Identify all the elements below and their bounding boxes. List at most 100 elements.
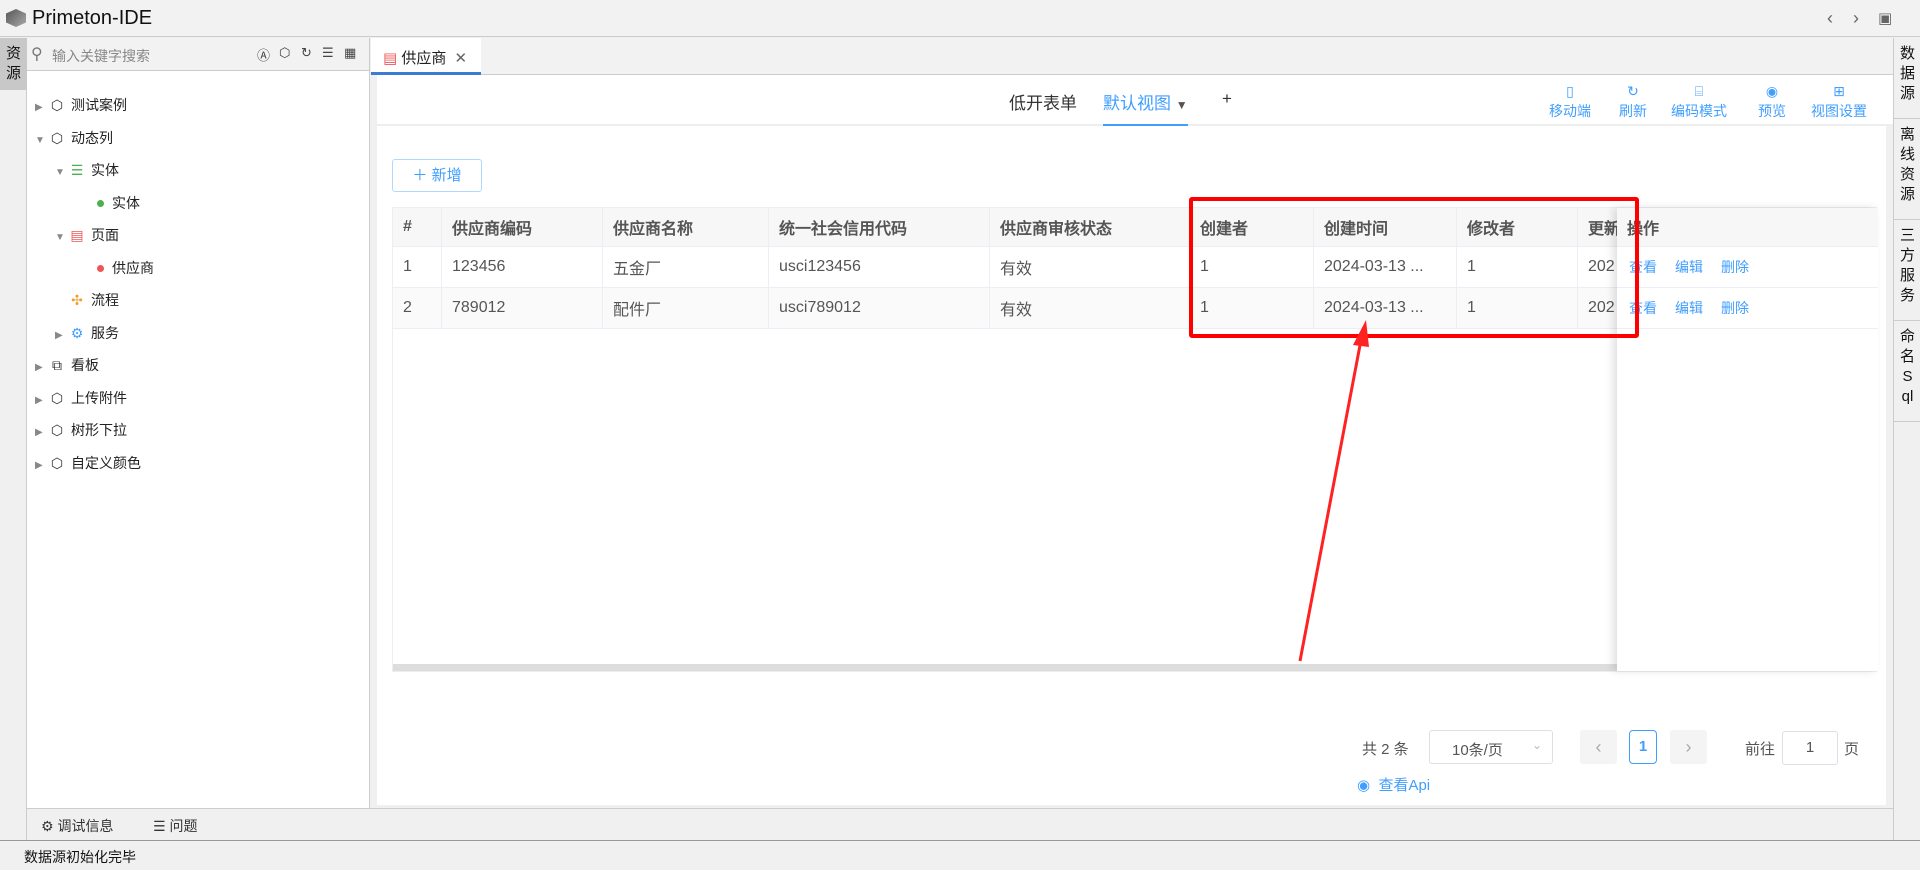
caret-right-icon[interactable]: ▶ (35, 385, 47, 417)
tree-item[interactable]: ▶ ⬡ 测试案例 (35, 89, 127, 121)
view-api-link[interactable]: ◉ 查看Api (1357, 774, 1430, 795)
search-input[interactable]: 输入关键字搜索 (52, 46, 150, 66)
tab-default-view[interactable]: 默认视图 ▼ (1103, 89, 1188, 126)
actions-row: 查看 编辑 删除 (1617, 247, 1878, 288)
delete-link[interactable]: 删除 (1721, 257, 1749, 277)
search-icon: ⚲ (31, 46, 43, 63)
add-view-button[interactable]: + (1222, 89, 1232, 109)
tool-refresh[interactable]: ↻ 刷新 (1603, 83, 1663, 121)
data-table: # 供应商编码 供应商名称 统一社会信用代码 供应商审核状态 创建者 创建时间 修改者 更新 1 1… (392, 207, 1878, 672)
horizontal-scrollbar[interactable] (393, 664, 1617, 671)
table-cell: usci789012 (769, 288, 990, 328)
eye-icon: ◉ (1765, 83, 1779, 99)
tree-item[interactable]: ▶ ⬡ 树形下拉 (35, 414, 127, 446)
tool-label: 预览 (1758, 103, 1786, 119)
editor-tab-supplier[interactable]: ▤ 供应商 ✕ (371, 38, 481, 75)
right-tab-0[interactable]: 数据源 (1894, 38, 1920, 119)
tool-code[interactable]: ⌸ 编码模式 (1669, 83, 1729, 121)
editor-tabs: ▤ 供应商 ✕ (371, 38, 1893, 75)
tree-item[interactable]: ▶ ⬡ 上传附件 (35, 382, 127, 414)
tree-item[interactable]: ▶ ⧉ 看板 (35, 349, 99, 381)
column-header[interactable]: 供应商名称 (603, 208, 769, 246)
tree-item-label: 测试案例 (71, 97, 127, 113)
caret-down-icon[interactable]: ▼ (55, 222, 67, 254)
cube-icon: ⬡ (50, 97, 64, 113)
list-icon: ☰ (153, 818, 166, 834)
tree-item[interactable]: ▼ ⬡ 动态列 (35, 122, 113, 154)
tab-debug-info[interactable]: ⚙ 调试信息 (41, 816, 113, 836)
gear-icon: ⚙ (70, 324, 84, 341)
tree-item[interactable]: ✣ 流程 (55, 284, 119, 316)
goto-page-input[interactable]: 1 (1782, 731, 1838, 765)
tab-problems[interactable]: ☰ 问题 (153, 816, 197, 836)
tree-item-label: 服务 (91, 324, 119, 341)
tree-item[interactable]: ▼ ▤ 页面 (55, 219, 119, 251)
page-1-button[interactable]: 1 (1629, 730, 1657, 764)
tree-item[interactable]: 实体 (75, 187, 140, 219)
tree-item[interactable]: ▶ ⚙ 服务 (55, 317, 119, 349)
tool-grid[interactable]: ⊞ 视图设置 (1809, 83, 1869, 121)
table-cell: 2 (393, 288, 442, 328)
caret-down-icon[interactable]: ▼ (1176, 98, 1188, 112)
edit-link[interactable]: 编辑 (1675, 298, 1703, 318)
left-tab-strip: 资源 (0, 38, 27, 840)
view-toolbar: 低开表单 默认视图 ▼ + ▯ 移动端 ↻ 刷新 ⌸ 编码模式 ◉ 预览 ⊞ 视图设置 (377, 75, 1893, 126)
next-page-button[interactable]: › (1670, 730, 1707, 764)
right-tab-label: 离线资源 (1900, 126, 1916, 203)
column-header[interactable]: 统一社会信用代码 (769, 208, 990, 246)
eye-icon: ◉ (1357, 777, 1371, 794)
right-tab-2[interactable]: 三方服务 (1894, 220, 1920, 321)
edit-link[interactable]: 编辑 (1675, 257, 1703, 277)
refresh-icon: ↻ (1627, 83, 1639, 99)
caret-right-icon[interactable]: ▶ (35, 92, 47, 124)
caret-down-icon[interactable]: ▼ (35, 125, 47, 157)
translate-icon[interactable]: ▦ (344, 45, 356, 61)
caret-right-icon[interactable]: ▶ (55, 320, 67, 352)
tab-debug-label: 调试信息 (57, 818, 114, 834)
right-tab-label: 三方服务 (1900, 227, 1916, 304)
debug-icon: ⚙ (41, 818, 54, 834)
status-bar: 数据源初始化完毕 (0, 840, 1920, 870)
tree-item[interactable]: 供应商 (75, 252, 154, 284)
back-icon[interactable]: ‹ (1827, 8, 1833, 29)
right-tab-3[interactable]: 命名Sql (1894, 321, 1920, 422)
tab-resources-label: 资源 (6, 45, 22, 82)
grid-icon: ⊞ (1833, 83, 1845, 99)
close-icon[interactable]: ✕ (455, 50, 468, 67)
refresh-icon[interactable]: ↻ (301, 45, 312, 61)
caret-down-icon[interactable]: ▼ (55, 157, 67, 189)
chevron-down-icon: ⌄ (1531, 738, 1542, 752)
caret-right-icon[interactable]: ▶ (35, 352, 47, 384)
column-header[interactable]: # (393, 208, 442, 246)
tab-lowcode-form[interactable]: 低开表单 (1009, 89, 1077, 114)
table-cell: usci123456 (769, 247, 990, 287)
tree-item-label: 树形下拉 (71, 422, 127, 438)
save-icon[interactable]: ▣ (1878, 9, 1892, 27)
cube-icon: ⬡ (50, 389, 64, 406)
column-header-actions: 操作 (1617, 208, 1878, 246)
tab-resources[interactable]: 资源 (0, 38, 27, 90)
tool-eye[interactable]: ◉ 预览 (1742, 83, 1802, 121)
caret-right-icon[interactable]: ▶ (35, 450, 47, 482)
tree-item-label: 实体 (112, 194, 140, 211)
title-bar: Primeton-IDE ‹ › ▣ (0, 0, 1920, 37)
page-icon: ▤ (70, 227, 84, 243)
code-icon: ⌸ (1694, 83, 1704, 99)
right-tab-1[interactable]: 离线资源 (1894, 119, 1920, 220)
forward-icon[interactable]: › (1853, 8, 1859, 29)
table-cell: 1 (393, 247, 442, 287)
ai-icon[interactable]: Ⓐ (257, 45, 270, 64)
column-header[interactable]: 供应商编码 (442, 208, 603, 246)
tab-problems-label: 问题 (169, 818, 198, 834)
caret-right-icon[interactable]: ▶ (35, 417, 47, 449)
tree-item[interactable]: ▼ ☰ 实体 (55, 154, 119, 186)
delete-link[interactable]: 删除 (1721, 298, 1749, 318)
column-header[interactable]: 供应商审核状态 (990, 208, 1190, 246)
add-cube-icon[interactable]: ⬡ (279, 45, 290, 61)
prev-page-button[interactable]: ‹ (1580, 730, 1617, 764)
collapse-icon[interactable]: ☰ (322, 45, 334, 61)
add-button[interactable]: ＋ 新增 (392, 159, 482, 192)
tree-item[interactable]: ▶ ⬡ 自定义颜色 (35, 447, 141, 479)
tool-mobile[interactable]: ▯ 移动端 (1540, 83, 1600, 121)
page-size-select[interactable]: 10条/页 ⌄ (1429, 730, 1553, 764)
